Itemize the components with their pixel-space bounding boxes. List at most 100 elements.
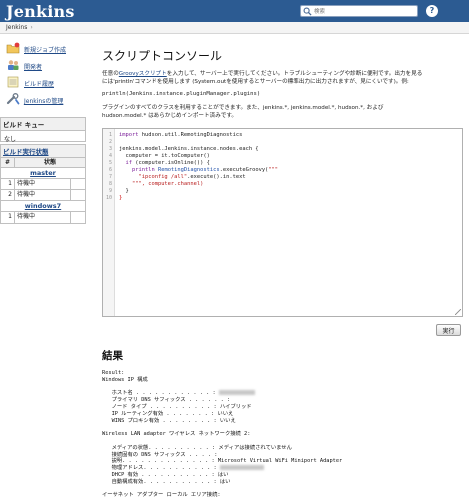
run-button[interactable]: 実行 xyxy=(436,324,461,336)
executor-row: 1 待機中 xyxy=(1,212,85,223)
editor-resize-handle[interactable] xyxy=(455,309,461,315)
result-line: DHCP 有効 . . . . . . . . . . . : はい xyxy=(102,471,229,478)
executor-number: 2 xyxy=(1,190,15,200)
new-job-icon xyxy=(6,42,20,54)
imports-line1: プラグインのすべてのクラスを利用することができます。また、jenkins.*, … xyxy=(102,105,384,111)
intro-line1: を入力して、サーバー上で実行してください。トラブルシューティングや診断に便利です… xyxy=(166,71,423,77)
sidebar-item-manage-jenkins[interactable]: Jenkinsの管理 xyxy=(6,93,86,110)
executor-row: 2 待機中 xyxy=(1,190,85,201)
code-text: (computer.isOnline()) { xyxy=(131,160,210,166)
line-number: 7 xyxy=(108,174,112,180)
line-number: 10 xyxy=(105,195,112,201)
result-line: IP ルーティング有効 . . . . . . . : いいえ xyxy=(102,410,234,417)
line-number: 8 xyxy=(108,181,112,187)
intro-prefix: 任意の xyxy=(102,71,119,77)
code-line: jenkins.model.Jenkins.instance.nodes.eac… xyxy=(119,146,259,152)
notepad-icon xyxy=(7,76,19,88)
code-text: .executeGroovy( xyxy=(219,167,269,173)
code-text: hudson.util.RemotingDiagnostics xyxy=(138,132,243,138)
executor-number: 1 xyxy=(1,212,15,223)
sidebar-item-label: Jenkinsの管理 xyxy=(24,98,64,105)
search-icon xyxy=(303,7,312,16)
executor-status: 待機中 xyxy=(15,212,71,223)
people-icon xyxy=(8,60,19,70)
sidebar-tasks: 新規ジョブ作成 開発者 ビルド履歴 Jenkinsの管理 xyxy=(6,42,86,110)
node-link-windows7[interactable]: windows7 xyxy=(25,202,61,210)
intro-line2: には'println'コマンドを使用します (System.outを使用するとサ… xyxy=(102,79,409,85)
result-line: 説明. . . . . . . . . . . . . . : Microsof… xyxy=(102,458,343,465)
node-link-master[interactable]: master xyxy=(30,169,56,177)
executors-title-link[interactable]: ビルド実行状態 xyxy=(3,148,49,156)
sidebar-item-label: 新規ジョブ作成 xyxy=(24,47,67,54)
redacted-mac-address xyxy=(219,465,264,471)
executors-col-number: # xyxy=(1,158,15,167)
help-icon[interactable]: ? xyxy=(426,5,438,17)
result-line: Result: xyxy=(102,370,125,376)
line-number: 2 xyxy=(108,139,112,145)
sidebar-item-build-history[interactable]: ビルド履歴 xyxy=(6,76,86,93)
groovy-script-link[interactable]: Groovyスクリプト xyxy=(119,71,167,77)
line-number: 4 xyxy=(108,153,112,159)
result-line: WINS プロキシ有効 . . . . . . . . : いいえ xyxy=(102,417,236,424)
executors-pane: ビルド実行状態 # 状態 master 1 待機中 2 待機中 windows7… xyxy=(0,144,86,224)
result-line: 自動構成有効. . . . . . . . . . . : はい xyxy=(102,478,231,485)
executor-status: 待機中 xyxy=(15,179,71,189)
code-line: "ipconfig /all".execute().in.text xyxy=(119,174,246,180)
result-line: 接続固有の DNS サフィックス . . . . : xyxy=(102,451,221,458)
top-header: Jenkins ? xyxy=(0,0,469,22)
code-line: computer = it.toComputer() xyxy=(119,153,210,159)
line-number: 1 xyxy=(108,132,112,138)
wrench-icon xyxy=(6,93,20,105)
result-line: イーサネット アダプター ローカル エリア接続: xyxy=(102,492,221,499)
build-queue-title[interactable]: ビルド キュー xyxy=(1,118,85,131)
executor-action-cell xyxy=(71,190,85,200)
node-row-windows7: windows7 xyxy=(1,201,85,212)
code-line: if (computer.isOnline()) { xyxy=(119,160,210,166)
line-number: 9 xyxy=(108,188,112,194)
result-line: ノード タイプ . . . . . . . . . . : ハイブリッド xyxy=(102,403,252,410)
code-string: "ipconfig /all" xyxy=(119,174,188,180)
line-number: 6 xyxy=(108,167,112,173)
build-queue-empty: なし xyxy=(4,136,17,143)
sidebar-item-new-job[interactable]: 新規ジョブ作成 xyxy=(6,42,86,59)
executors-header: # 状態 xyxy=(1,158,85,168)
result-title: 結果 xyxy=(102,350,123,362)
code-text: , computer.channel) xyxy=(141,181,204,187)
executor-action-cell xyxy=(71,212,85,223)
intro-text: 任意のGroovyスクリプトを入力して、サーバー上で実行してください。トラブルシ… xyxy=(102,70,464,86)
sidebar-item-label: ビルド履歴 xyxy=(24,81,55,88)
example-code: println(Jenkins.instance.pluginManager.p… xyxy=(102,91,261,97)
imports-text: プラグインのすべてのクラスを利用することができます。また、jenkins.*, … xyxy=(102,104,464,120)
code-text: .execute().in.text xyxy=(187,174,246,180)
build-queue-pane: ビルド キュー なし xyxy=(0,117,86,143)
result-line: プライマリ DNS サフィックス . . . . . . : xyxy=(102,397,234,404)
search-input[interactable] xyxy=(314,7,414,16)
breadcrumb-separator: › xyxy=(30,24,33,31)
code-keyword: if xyxy=(119,160,132,166)
result-line: Windows IP 構成 xyxy=(102,376,148,383)
imports-line2: hudson.model.* はあらかじめインポート済みです。 xyxy=(102,113,238,119)
code-string: """ xyxy=(119,181,142,187)
executor-number: 1 xyxy=(1,179,15,189)
jenkins-logo[interactable]: Jenkins xyxy=(6,2,75,21)
code-line: println RemotingDiagnostics.executeGroov… xyxy=(119,167,278,173)
script-editor[interactable]: 1 2 3 4 5 6 7 8 9 10 import hudson.util.… xyxy=(102,128,463,317)
code-line: } xyxy=(119,195,123,201)
sidebar-item-people[interactable]: 開発者 xyxy=(6,59,86,76)
line-number: 5 xyxy=(108,160,112,166)
executor-row: 1 待機中 xyxy=(1,179,85,190)
breadcrumb-item-jenkins[interactable]: Jenkins xyxy=(6,24,27,31)
page-title: スクリプトコンソール xyxy=(102,49,223,63)
code-line: """, computer.channel) xyxy=(119,181,203,187)
redacted-hostname xyxy=(218,390,255,396)
code-keyword: println xyxy=(119,167,158,173)
result-line: Wireless LAN adapter ワイヤレス ネットワーク接続 2: xyxy=(102,431,251,438)
code-line: } xyxy=(119,188,129,194)
code-string: """ xyxy=(268,167,279,173)
breadcrumb: Jenkins › xyxy=(6,24,33,31)
result-line: メディアの状態. . . . . . . . . . : メディアは接続されてい… xyxy=(102,444,292,451)
code-keyword: import xyxy=(119,132,139,138)
breadcrumb-bar: Jenkins › xyxy=(0,22,469,34)
result-line: ホスト名 . . . . . . . . . . . . : xyxy=(102,390,219,397)
search-box[interactable] xyxy=(300,5,418,17)
